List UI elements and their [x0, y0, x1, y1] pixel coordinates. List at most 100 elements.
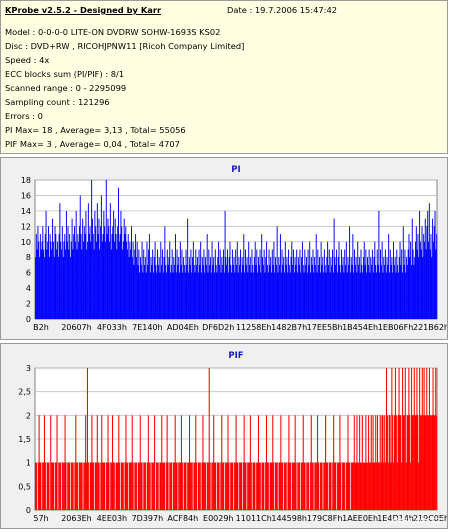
- pi-bar: [78, 226, 80, 319]
- pi-bar: [119, 234, 121, 319]
- pi-bar: [87, 203, 89, 319]
- pif-bar: [120, 462, 122, 510]
- pif-bar: [189, 462, 191, 510]
- pif-y-tick-label: 2,5: [18, 388, 31, 397]
- pif-bar: [275, 462, 277, 510]
- pif-bar: [40, 462, 42, 510]
- pi-bar: [91, 218, 93, 319]
- pif-bar: [369, 462, 371, 510]
- pi-y-tick-label: 4: [26, 284, 31, 293]
- pif-bar: [378, 462, 380, 510]
- pif-bar: [225, 462, 227, 510]
- pi-bar: [204, 272, 206, 319]
- pif-y-tick-label: 1: [26, 459, 31, 468]
- pi-bar: [325, 272, 327, 319]
- pif-bar: [285, 462, 287, 510]
- pi-bar: [184, 272, 186, 319]
- pi-bar: [201, 257, 203, 319]
- pif-bar: [263, 462, 265, 510]
- pif-bar: [256, 462, 258, 510]
- pif-bar: [323, 462, 325, 510]
- pi-bar: [405, 272, 407, 319]
- pif-bar: [252, 462, 254, 510]
- pif-bar: [174, 415, 176, 510]
- pif-bar: [191, 462, 193, 510]
- pi-bar: [128, 257, 130, 319]
- pif-bar: [163, 462, 165, 510]
- pi-bar: [69, 257, 71, 319]
- pi-bar: [338, 241, 340, 319]
- pi-bar: [336, 249, 338, 319]
- pi-bar: [213, 257, 215, 319]
- pif-bar: [386, 415, 388, 510]
- pif-bar: [242, 462, 244, 510]
- pi-bar: [275, 264, 277, 319]
- pif-bar: [233, 462, 235, 510]
- pi-bar: [65, 210, 67, 319]
- pif-y-tick-label: 3: [26, 364, 31, 373]
- pi-bar: [115, 234, 117, 319]
- pi-y-tick-label: 12: [21, 222, 31, 231]
- pif-bar: [171, 462, 173, 510]
- pif-bar: [240, 462, 242, 510]
- sampling-line: Sampling count : 121296: [5, 97, 110, 107]
- pif-bar: [187, 462, 189, 510]
- pif-bar: [139, 415, 141, 510]
- pi-bar: [132, 241, 134, 319]
- pif-bar: [195, 415, 197, 510]
- pif-bar: [250, 462, 252, 510]
- pi-x-tick-label: 1482B7h: [271, 323, 307, 332]
- pi-bar: [122, 249, 124, 319]
- pi-bar: [191, 272, 193, 319]
- pif-bar: [156, 462, 158, 510]
- pi-y-tick-label: 14: [21, 207, 31, 216]
- pi-bar: [106, 234, 108, 319]
- pi-bar: [169, 241, 171, 319]
- pi-bar: [411, 218, 413, 319]
- info-panel: KProbe v2.5.2 - Designed by Karr Date : …: [0, 0, 448, 154]
- pi-bar: [163, 257, 165, 319]
- pi-bar: [396, 249, 398, 319]
- pif-bar: [279, 462, 281, 510]
- pif-bar: [356, 415, 358, 510]
- pi-bar: [303, 272, 305, 319]
- pif-bar: [198, 462, 200, 510]
- pif-bar: [90, 462, 92, 510]
- pi-bar: [74, 241, 76, 319]
- pif-bar: [304, 462, 306, 510]
- pi-bar: [165, 264, 167, 319]
- pi-bar: [288, 264, 290, 319]
- pif-bar: [300, 462, 302, 510]
- pif-bar: [317, 462, 319, 510]
- pif-bar: [108, 462, 110, 510]
- pif-bar: [170, 462, 172, 510]
- watermark: www.cdr.cz: [390, 516, 441, 526]
- pi-y-tick-label: 6: [26, 269, 31, 278]
- pif-y-tick-label: 0,5: [18, 482, 31, 491]
- pif-bar: [111, 462, 113, 510]
- pi-bar: [319, 257, 320, 319]
- speed-line: Speed : 4x: [5, 55, 50, 65]
- pif-bar: [351, 462, 353, 510]
- pif-bar: [269, 462, 271, 510]
- pi-bar: [150, 257, 152, 319]
- pif-bar: [267, 462, 269, 510]
- pi-bar: [381, 241, 383, 319]
- pif-bar: [329, 462, 331, 510]
- pi-bar: [414, 257, 416, 319]
- pi-x-tick-label: DF6D2h: [202, 323, 234, 332]
- pif-chart-panel: PIF 0 0,5 1 1,5 2 2,5 3 57h 2063Eh 4EE03h 7D397h ACF…: [0, 343, 449, 529]
- pif-bar: [145, 462, 147, 510]
- pi-x-tick-label: 221B62h: [413, 323, 447, 332]
- pi-bar: [104, 241, 106, 319]
- pi-bar: [388, 234, 390, 319]
- pif-bar: [47, 462, 49, 510]
- pif-bar: [248, 462, 251, 510]
- pif-bar: [368, 415, 370, 510]
- pi-bar: [279, 234, 281, 319]
- pif-bar: [42, 462, 44, 510]
- pi-bar: [251, 249, 253, 319]
- pif-bar: [411, 415, 413, 510]
- pi-bar: [243, 234, 245, 319]
- pi-bar: [83, 241, 84, 319]
